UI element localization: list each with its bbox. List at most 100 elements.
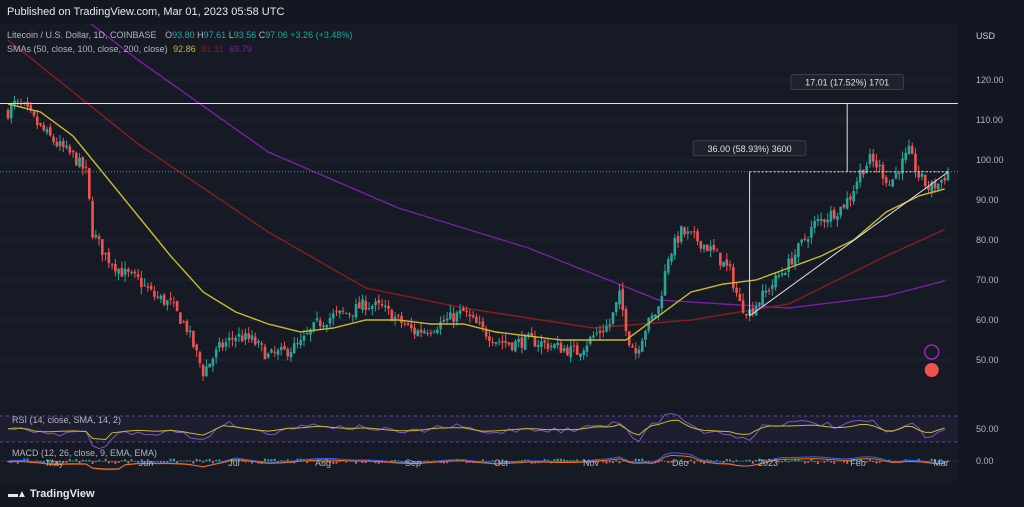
candle-body bbox=[198, 352, 202, 364]
symbol-legend[interactable]: Litecoin / U.S. Dollar, 1D, COINBASE O93… bbox=[7, 30, 352, 40]
sma50-line bbox=[7, 103, 945, 341]
candle-body bbox=[605, 325, 608, 332]
candle-body bbox=[166, 300, 169, 305]
macd-histogram-bar bbox=[423, 460, 426, 462]
macd-histogram-bar bbox=[208, 458, 211, 462]
macd-histogram-bar bbox=[273, 458, 276, 462]
candle-body bbox=[696, 231, 699, 242]
candle-body bbox=[741, 300, 745, 313]
candle-body bbox=[214, 349, 218, 358]
candle-body bbox=[923, 174, 927, 186]
price-tick-label: 60.00 bbox=[976, 315, 999, 325]
macd-histogram-bar bbox=[621, 461, 624, 462]
candle-body bbox=[338, 310, 342, 314]
candle-body bbox=[364, 300, 368, 310]
candle-body bbox=[55, 141, 59, 147]
price-tick-label: 110.00 bbox=[976, 115, 1003, 125]
candle-body bbox=[237, 334, 241, 337]
macd-histogram-bar bbox=[488, 461, 491, 462]
macd-histogram-bar bbox=[94, 461, 97, 463]
candle-body bbox=[650, 315, 654, 320]
candle-body bbox=[65, 145, 68, 148]
macd-histogram-bar bbox=[693, 461, 696, 464]
candle-body bbox=[413, 327, 416, 335]
candle-body bbox=[328, 318, 332, 324]
macd-histogram-bar bbox=[829, 461, 832, 463]
candle-body bbox=[855, 181, 859, 189]
macd-histogram-bar bbox=[846, 461, 849, 464]
candle-body bbox=[468, 314, 472, 317]
chart-svg[interactable]: 36.00 (58.93%) 3600 17.01 (17.52%) 1701 11… bbox=[0, 0, 1024, 482]
candle-body bbox=[426, 333, 429, 335]
trendline bbox=[749, 171, 949, 317]
lightning-event-icon bbox=[923, 344, 940, 360]
candle-body bbox=[536, 345, 540, 347]
macd-tick-label: 0.00 bbox=[976, 456, 994, 466]
candle-body bbox=[143, 284, 146, 286]
candle-body bbox=[910, 146, 914, 154]
candle-body bbox=[494, 342, 498, 344]
candle-body bbox=[182, 321, 185, 323]
candle-body bbox=[813, 220, 816, 228]
candle-body bbox=[829, 210, 833, 222]
candle-body bbox=[393, 316, 397, 320]
macd-histogram-bar bbox=[218, 459, 221, 462]
candle-body bbox=[26, 101, 29, 107]
macd-histogram-bar bbox=[263, 458, 266, 462]
candle-body bbox=[546, 343, 550, 350]
macd-histogram-bar bbox=[797, 459, 800, 462]
macd-histogram-bar bbox=[104, 458, 107, 462]
rsi-pane: RSI (14, close, SMA, 14, 2) 50.00 bbox=[0, 413, 999, 450]
candle-body bbox=[706, 244, 709, 252]
candle-body bbox=[78, 157, 81, 167]
macd-histogram-bar bbox=[719, 461, 722, 462]
candle-body bbox=[289, 351, 293, 358]
measure-small-label: 17.01 (17.52%) 1701 bbox=[805, 78, 889, 88]
candle-body bbox=[471, 315, 475, 318]
candle-body bbox=[218, 342, 221, 348]
candle-body bbox=[91, 201, 94, 238]
candle-body bbox=[585, 345, 589, 352]
macd-histogram-bar bbox=[75, 459, 78, 462]
candle-body bbox=[676, 235, 680, 243]
candle-body bbox=[205, 366, 208, 377]
candle-body bbox=[679, 226, 683, 242]
candle-body bbox=[478, 322, 481, 324]
candle-body bbox=[442, 320, 446, 322]
macd-histogram-bar bbox=[88, 459, 91, 462]
close-value: 97.06 bbox=[265, 30, 288, 40]
candle-body bbox=[302, 335, 306, 341]
chart-area[interactable]: 36.00 (58.93%) 3600 17.01 (17.52%) 1701 11… bbox=[0, 0, 1024, 482]
us-flag-event-icon bbox=[924, 363, 939, 377]
price-tick-label: 50.00 bbox=[976, 355, 999, 365]
macd-histogram-bar bbox=[651, 461, 654, 462]
candle-body bbox=[260, 343, 264, 345]
candle-body bbox=[325, 324, 329, 328]
macd-histogram-bar bbox=[813, 461, 816, 463]
candle-body bbox=[13, 100, 16, 105]
macd-histogram-bar bbox=[198, 459, 201, 462]
candle-body bbox=[884, 177, 888, 184]
candle-body bbox=[127, 269, 130, 272]
macd-histogram-bar bbox=[781, 461, 784, 463]
symbol-title: Litecoin / U.S. Dollar, 1D, COINBASE bbox=[7, 30, 157, 40]
sma50-curve bbox=[7, 103, 945, 341]
candle-body bbox=[286, 348, 290, 357]
price-axis-bg bbox=[958, 24, 1024, 482]
macd-histogram-bar bbox=[823, 461, 826, 463]
candle-body bbox=[764, 290, 768, 293]
candle-body bbox=[318, 320, 322, 327]
sma-legend[interactable]: SMAs (50, close, 100, close, 200, close)… bbox=[7, 44, 252, 54]
tradingview-logo[interactable]: ▬▲ TradingView bbox=[8, 488, 95, 500]
candle-body bbox=[231, 337, 234, 340]
candle-body bbox=[296, 343, 299, 345]
candle-body bbox=[146, 286, 150, 288]
candle-body bbox=[653, 314, 657, 317]
candle-body bbox=[683, 227, 686, 235]
candle-body bbox=[803, 238, 807, 240]
macd-histogram-bar bbox=[68, 458, 71, 462]
price-tick-label: 120.00 bbox=[976, 75, 1004, 85]
publish-bar: Published on TradingView.com, Mar 01, 20… bbox=[0, 0, 1024, 24]
macd-histogram-bar bbox=[335, 461, 338, 464]
candle-body bbox=[266, 353, 270, 358]
